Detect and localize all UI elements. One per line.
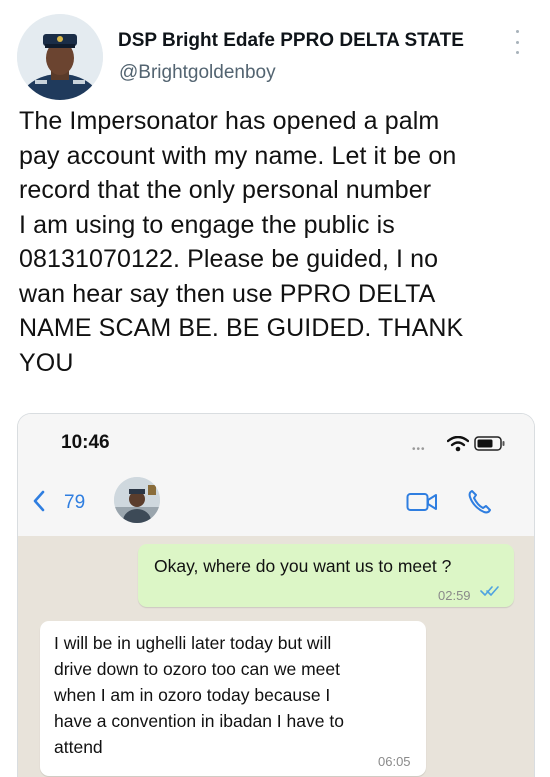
tweet-text-line: wan hear say then use PPRO DELTA	[19, 279, 436, 308]
tweet-media-screenshot[interactable]: 10:46 ••• 79 Okay, where do you want us …	[17, 413, 535, 777]
battery-icon	[474, 436, 505, 451]
author-name[interactable]: DSP Bright Edafe PPRO DELTA STATE	[118, 30, 464, 52]
unread-count[interactable]: 79	[64, 492, 85, 514]
message-line: attend	[54, 737, 103, 757]
message-bubble-outgoing[interactable]: Okay, where do you want us to meet ? 02:…	[138, 544, 514, 607]
video-call-icon[interactable]	[406, 492, 438, 512]
author-handle[interactable]: @Brightgoldenboy	[119, 62, 276, 84]
signal-icon: •••	[412, 444, 426, 455]
message-line: I will be in ughelli later today but wil…	[54, 633, 332, 653]
message-time: 06:05	[378, 754, 411, 769]
author-avatar[interactable]	[17, 14, 103, 100]
tweet-text: The Impersonator has opened a palm pay a…	[19, 104, 539, 380]
phone-call-icon[interactable]	[467, 489, 491, 515]
tweet-header: DSP Bright Edafe PPRO DELTA STATE @Brigh…	[0, 0, 550, 100]
message-text: Okay, where do you want us to meet ?	[154, 556, 452, 576]
tweet-text-line: 08131070122. Please be guided, I no	[19, 245, 439, 273]
contact-avatar[interactable]	[114, 477, 160, 523]
message-line: when I am in ozoro today because I	[54, 685, 331, 705]
tweet-text-line: I am using to engage the public is	[19, 210, 395, 239]
message-line: drive down to ozoro too can we meet	[54, 659, 340, 679]
message-bubble-incoming[interactable]: I will be in ughelli later today but wil…	[40, 621, 426, 776]
status-time: 10:46	[61, 432, 110, 453]
wifi-icon	[447, 436, 469, 452]
tweet-text-line: record that the only personal number	[19, 176, 432, 204]
chat-messages: Okay, where do you want us to meet ? 02:…	[18, 536, 534, 777]
phone-status-bar: 10:46 •••	[18, 414, 534, 472]
tweet-text-line: YOU	[19, 348, 74, 377]
chevron-left-icon[interactable]	[32, 490, 46, 512]
double-check-icon	[480, 586, 499, 596]
tweet-text-line: The Impersonator has opened a palm	[19, 107, 440, 135]
message-time: 02:59	[438, 588, 471, 603]
chat-header: 79	[18, 472, 534, 537]
tweet-text-line: NAME SCAM BE. BE GUIDED. THANK	[19, 314, 464, 342]
more-vertical-icon[interactable]	[512, 30, 522, 54]
message-line: have a convention in ibadan I have to	[54, 711, 344, 731]
tweet-text-line: pay account with my name. Let it be on	[19, 141, 457, 170]
message-text: I will be in ughelli later today but wil…	[54, 630, 344, 760]
